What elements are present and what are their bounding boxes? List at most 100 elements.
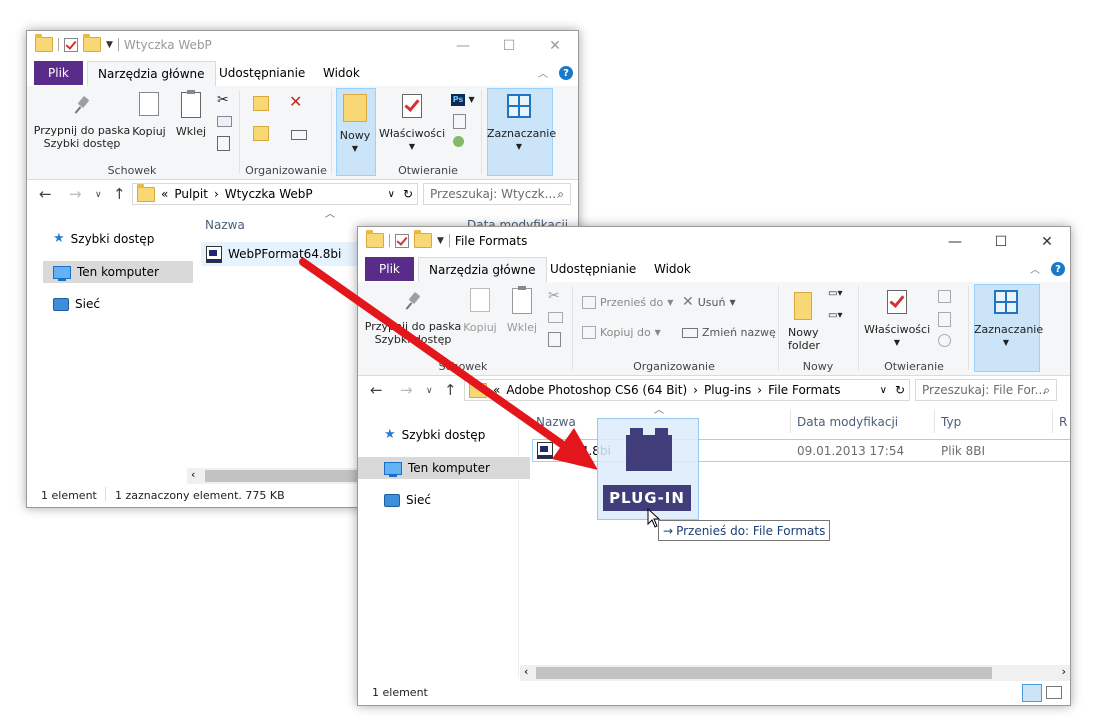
- address-box[interactable]: « Adobe Photoshop CS6 (64 Bit) › Plug-in…: [464, 379, 910, 401]
- copy-to-button[interactable]: Kopiuj do ▼: [582, 326, 661, 339]
- horizontal-scrollbar[interactable]: ‹ ›: [520, 665, 1070, 681]
- nav-network[interactable]: Sieć: [384, 489, 431, 511]
- paste-shortcut-icon[interactable]: [217, 136, 230, 151]
- cut-icon[interactable]: ✂: [548, 288, 560, 304]
- breadcrumb-current[interactable]: File Formats: [768, 383, 840, 397]
- column-header-name[interactable]: Nazwa: [536, 415, 576, 429]
- open-icon[interactable]: [938, 290, 951, 303]
- recent-caret-icon[interactable]: ∨: [426, 386, 433, 396]
- minimize-button[interactable]: —: [932, 227, 978, 257]
- scroll-right-icon[interactable]: ›: [1062, 665, 1066, 678]
- nav-network[interactable]: Sieć: [53, 293, 100, 315]
- recent-caret-icon[interactable]: ∨: [95, 190, 102, 200]
- new-folder-quick-icon[interactable]: [83, 34, 101, 52]
- copy-to-icon[interactable]: [253, 126, 269, 141]
- forward-arrow-icon[interactable]: →: [400, 381, 413, 399]
- help-icon[interactable]: ?: [559, 66, 573, 80]
- collapse-ribbon-icon[interactable]: ︿: [1030, 261, 1040, 276]
- new-folder-button[interactable]: Nowy folder: [782, 292, 824, 352]
- tab-share[interactable]: Udostępnianie: [209, 61, 315, 85]
- address-dropdown-icon[interactable]: ∨: [388, 189, 395, 200]
- address-box[interactable]: « Pulpit › Wtyczka WebP ∨ ↻: [132, 183, 418, 205]
- up-arrow-icon[interactable]: ↑: [444, 381, 457, 399]
- new-button[interactable]: Nowy ▼: [336, 94, 374, 155]
- navigation-pane: ★ Szybki dostęp Ten komputer Sieć: [27, 211, 193, 481]
- address-dropdown-icon[interactable]: ∨: [880, 385, 887, 396]
- properties-quick-icon[interactable]: [64, 37, 78, 52]
- customize-caret-icon[interactable]: ▼: [437, 236, 444, 246]
- maximize-button[interactable]: ☐: [486, 31, 532, 61]
- select-button[interactable]: Zaznaczanie ▼: [487, 94, 556, 153]
- refresh-icon[interactable]: ↻: [403, 187, 413, 201]
- close-button[interactable]: ✕: [1024, 227, 1070, 257]
- new-item-icon[interactable]: ▭▾: [828, 288, 842, 299]
- history-icon[interactable]: [938, 334, 951, 347]
- copy-path-icon[interactable]: [548, 312, 563, 323]
- breadcrumb-current[interactable]: Wtyczka WebP: [225, 187, 313, 201]
- easy-access-icon[interactable]: ▭▾: [828, 310, 842, 321]
- minimize-button[interactable]: —: [440, 31, 486, 61]
- move-to-button[interactable]: Przenieś do ▼: [582, 296, 673, 309]
- tab-view[interactable]: Widok: [644, 257, 701, 281]
- rename-icon[interactable]: [291, 130, 307, 140]
- nav-this-pc[interactable]: Ten komputer: [358, 457, 530, 479]
- history-icon[interactable]: [453, 136, 464, 147]
- back-arrow-icon[interactable]: ←: [370, 381, 383, 399]
- select-button[interactable]: Zaznaczanie ▼: [974, 290, 1043, 349]
- tab-home[interactable]: Narzędzia główne: [87, 61, 216, 87]
- cut-icon[interactable]: ✂: [217, 92, 229, 108]
- tab-share[interactable]: Udostępnianie: [540, 257, 646, 281]
- customize-caret-icon[interactable]: ▼: [106, 40, 113, 50]
- delete-icon[interactable]: ✕: [289, 92, 302, 111]
- copy-button[interactable]: Kopiuj: [129, 92, 169, 138]
- large-icons-view-button[interactable]: [1046, 686, 1062, 699]
- column-header-date[interactable]: Data modyfikacji: [797, 415, 898, 429]
- column-header-extra[interactable]: R: [1059, 415, 1067, 429]
- column-header-type[interactable]: Typ: [941, 415, 961, 429]
- new-folder-quick-icon[interactable]: [414, 230, 432, 248]
- column-header-name[interactable]: Nazwa: [205, 218, 245, 232]
- nav-quick-access[interactable]: ★ Szybki dostęp: [384, 424, 485, 446]
- nav-this-pc[interactable]: Ten komputer: [43, 261, 193, 283]
- properties-quick-icon[interactable]: [395, 233, 409, 248]
- delete-button[interactable]: ✕ Usuń ▼: [682, 294, 736, 310]
- copy-path-icon[interactable]: [217, 116, 232, 127]
- tab-view[interactable]: Widok: [313, 61, 370, 85]
- edit-icon[interactable]: [938, 312, 951, 327]
- search-input[interactable]: Przeszukaj: File For... ⌕: [915, 379, 1057, 401]
- tab-file[interactable]: Plik: [34, 61, 83, 85]
- tab-file[interactable]: Plik: [365, 257, 414, 281]
- help-icon[interactable]: ?: [1051, 262, 1065, 276]
- edit-icon[interactable]: [453, 114, 466, 129]
- properties-button[interactable]: Właściwości ▼: [864, 290, 930, 349]
- details-view-button[interactable]: [1022, 684, 1042, 702]
- paste-shortcut-icon[interactable]: [548, 332, 561, 347]
- breadcrumb-desktop[interactable]: Pulpit: [174, 187, 208, 201]
- properties-button[interactable]: Właściwości ▼: [379, 94, 445, 153]
- up-arrow-icon[interactable]: ↑: [113, 185, 126, 203]
- forward-arrow-icon[interactable]: →: [69, 185, 82, 203]
- close-button[interactable]: ✕: [532, 31, 578, 61]
- nav-quick-access[interactable]: ★ Szybki dostęp: [53, 228, 154, 250]
- back-arrow-icon[interactable]: ←: [39, 185, 52, 203]
- scroll-left-icon[interactable]: ‹: [191, 468, 195, 481]
- paste-button[interactable]: Wklej: [504, 286, 540, 334]
- maximize-button[interactable]: ☐: [978, 227, 1024, 257]
- scroll-left-icon[interactable]: ‹: [524, 665, 528, 678]
- copy-button[interactable]: Kopiuj: [460, 288, 500, 334]
- breadcrumb-plugins[interactable]: Plug-ins: [704, 383, 751, 397]
- search-input[interactable]: Przeszukaj: Wtyczk... ⌕: [423, 183, 571, 205]
- separator: [968, 286, 969, 370]
- scroll-thumb[interactable]: [536, 667, 992, 679]
- pin-quick-access-button[interactable]: Przypnij do paska Szybki dostęp: [364, 292, 462, 346]
- open-with-photoshop-icon[interactable]: Ps ▼: [451, 92, 475, 106]
- breadcrumb-photoshop[interactable]: Adobe Photoshop CS6 (64 Bit): [506, 383, 687, 397]
- refresh-icon[interactable]: ↻: [895, 383, 905, 397]
- rename-button[interactable]: Zmień nazwę: [682, 326, 776, 339]
- collapse-ribbon-icon[interactable]: ︿: [538, 65, 548, 80]
- file-row[interactable]: WebPFormat64.8bi: [201, 242, 367, 266]
- pin-quick-access-button[interactable]: Przypnij do paska Szybki dostęp: [33, 96, 131, 150]
- move-to-icon[interactable]: [253, 96, 269, 111]
- paste-button[interactable]: Wklej: [173, 90, 209, 138]
- tab-home[interactable]: Narzędzia główne: [418, 257, 547, 283]
